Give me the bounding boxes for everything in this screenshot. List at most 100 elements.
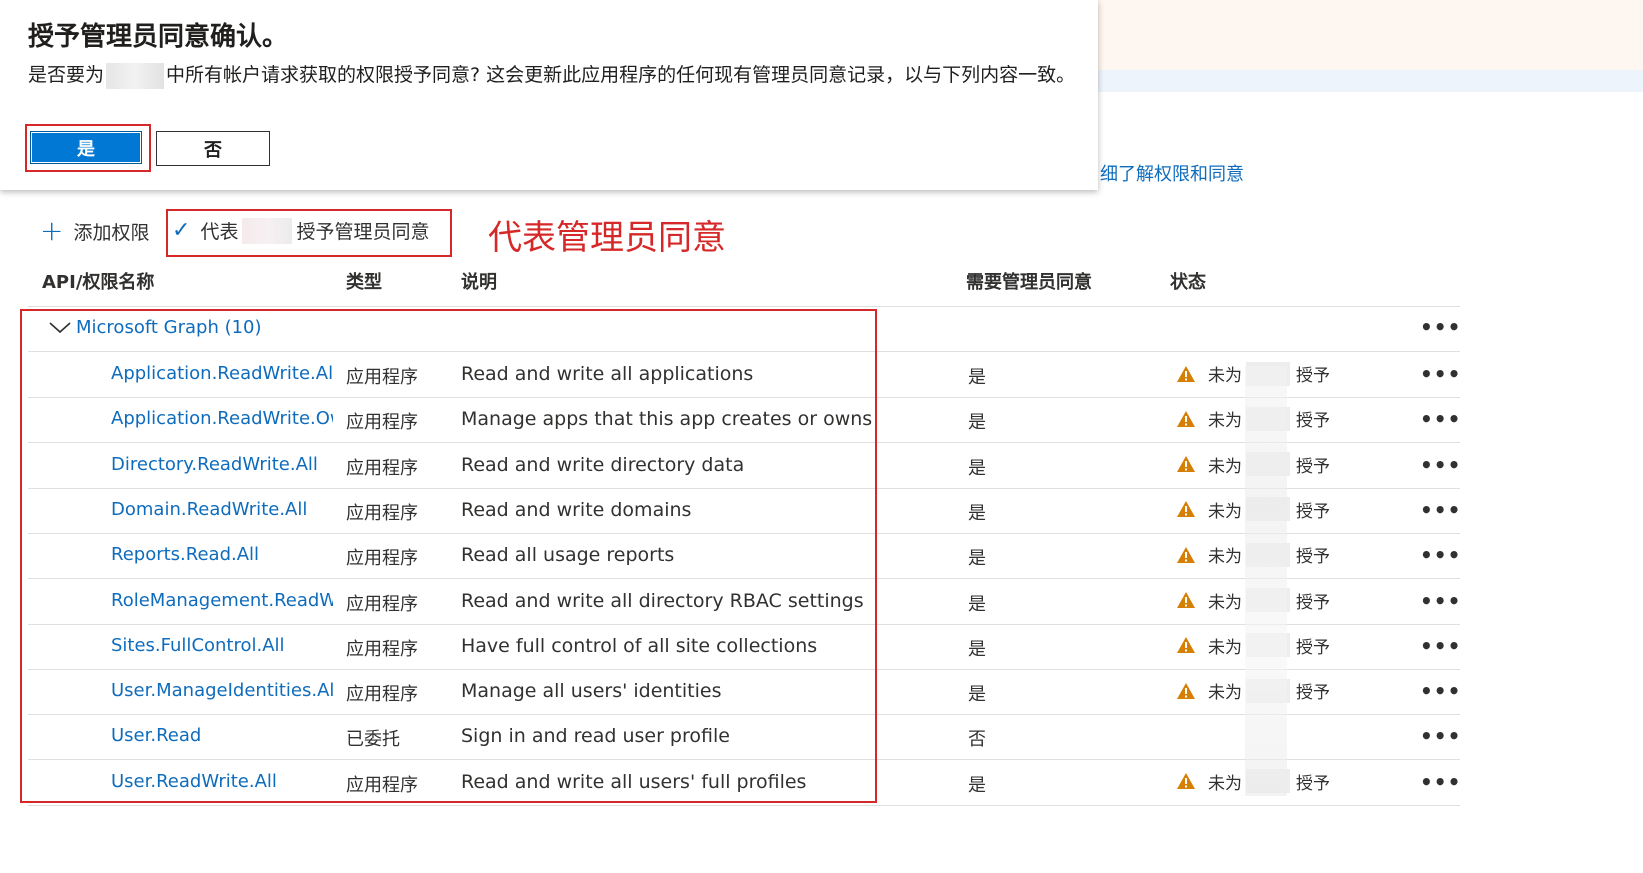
header-type[interactable]: 类型: [346, 268, 382, 294]
status-prefix: 未为: [1208, 683, 1242, 704]
permission-name-link[interactable]: Application.ReadWrite.All: [111, 363, 333, 384]
no-button[interactable]: 否: [156, 131, 270, 166]
status-prefix: 未为: [1208, 773, 1242, 794]
info-bar: [1098, 70, 1643, 92]
header-admin[interactable]: 需要管理员同意: [966, 268, 1092, 294]
warning-icon: [1177, 501, 1195, 518]
status-suffix: 授予: [1296, 501, 1330, 522]
permission-type: 已委托: [346, 729, 400, 751]
permission-type: 应用程序: [346, 548, 418, 570]
permission-description: Read and write directory data: [461, 453, 745, 476]
dialog-message: 是否要为 中所有帐户请求获取的权限授予同意? 这会更新此应用程序的任何现有管理员同…: [28, 62, 1088, 89]
more-icon[interactable]: •••: [1420, 724, 1461, 748]
status-suffix: 授予: [1296, 683, 1330, 704]
status-prefix: 未为: [1208, 637, 1242, 658]
more-icon[interactable]: •••: [1420, 589, 1461, 613]
status-suffix: 授予: [1296, 637, 1330, 658]
permission-description: Read and write domains: [461, 498, 692, 521]
admin-consent-required: 是: [968, 548, 986, 570]
dialog-message-start: 是否要为: [28, 64, 105, 86]
status-suffix: 授予: [1296, 411, 1330, 432]
permission-name-link[interactable]: User.ManageIdentities.All: [111, 680, 333, 701]
dialog-title: 授予管理员同意确认。: [28, 22, 289, 52]
status-prefix: 未为: [1208, 366, 1242, 386]
checkmark-icon: ✓: [172, 218, 191, 243]
permission-type: 应用程序: [346, 457, 418, 479]
permission-name-link[interactable]: User.ReadWrite.All: [111, 771, 333, 792]
status-suffix: 授予: [1296, 773, 1330, 794]
admin-consent-required: 是: [968, 593, 986, 615]
status-suffix: 授予: [1296, 547, 1330, 568]
grant-admin-consent-button[interactable]: ✓ 代表 授予管理员同意: [172, 217, 429, 244]
admin-consent-required: 是: [968, 638, 986, 660]
permission-description: Have full control of all site collection…: [461, 634, 818, 657]
permission-name-link[interactable]: Directory.ReadWrite.All: [111, 454, 333, 475]
permission-type: 应用程序: [346, 593, 418, 615]
group-label[interactable]: Microsoft Graph (10): [76, 317, 262, 338]
status-suffix: 授予: [1296, 366, 1330, 386]
permission-name-link[interactable]: Domain.ReadWrite.All: [111, 499, 333, 520]
warning-icon: [1177, 592, 1195, 608]
group-row[interactable]: Microsoft Graph (10) •••: [28, 307, 1460, 352]
header-name[interactable]: API/权限名称: [42, 268, 154, 294]
more-icon[interactable]: •••: [1420, 543, 1461, 567]
consent-dialog: 授予管理员同意确认。 是否要为 中所有帐户请求获取的权限授予同意? 这会更新此应用…: [0, 0, 1098, 190]
grant-suffix: 授予管理员同意: [296, 221, 430, 243]
dialog-message-end: 中所有帐户请求获取的权限授予同意? 这会更新此应用程序的任何现有管理员同意记录，…: [166, 64, 1076, 86]
header-desc[interactable]: 说明: [461, 268, 497, 294]
more-icon[interactable]: •••: [1420, 362, 1461, 386]
warning-icon: [1177, 365, 1195, 382]
permission-description: Manage apps that this app creates or own…: [461, 408, 873, 431]
permission-description: Read all usage reports: [461, 544, 675, 567]
status-prefix: 未为: [1208, 501, 1242, 522]
annotation-label: 代表管理员同意: [488, 218, 726, 258]
permission-type: 应用程序: [346, 367, 418, 388]
yes-button[interactable]: 是: [30, 131, 142, 164]
more-icon[interactable]: •••: [1420, 498, 1461, 522]
warning-icon: [1177, 682, 1195, 699]
permission-type: 应用程序: [346, 774, 418, 796]
status-prefix: 未为: [1208, 592, 1242, 613]
permission-name-link[interactable]: RoleManagement.ReadWrite.Directory: [111, 590, 333, 611]
permission-name-link[interactable]: Sites.FullControl.All: [111, 635, 333, 656]
permission-name-link[interactable]: Reports.Read.All: [111, 544, 333, 565]
status-suffix: 授予: [1296, 456, 1330, 477]
admin-consent-required: 是: [968, 684, 986, 706]
learn-more-link[interactable]: 细了解权限和同意: [1100, 160, 1244, 186]
header-status[interactable]: 状态: [1170, 268, 1206, 294]
more-icon[interactable]: •••: [1420, 770, 1461, 794]
permission-name-link[interactable]: User.Read: [111, 725, 333, 746]
permission-name-link[interactable]: Application.ReadWrite.OwnedBy: [111, 408, 333, 429]
admin-consent-required: 是: [968, 457, 986, 479]
more-icon[interactable]: •••: [1420, 679, 1461, 703]
warning-icon: [1177, 410, 1195, 427]
admin-consent-required: 是: [968, 502, 986, 524]
admin-consent-required: 否: [968, 729, 986, 751]
warning-icon: [1177, 546, 1195, 563]
permission-description: Sign in and read user profile: [461, 725, 730, 748]
more-icon[interactable]: •••: [1420, 453, 1461, 477]
grant-prefix: 代表: [200, 221, 239, 243]
status-prefix: 未为: [1208, 456, 1242, 477]
admin-consent-required: 是: [968, 412, 986, 434]
admin-consent-required: 是: [968, 774, 986, 796]
permission-description: Read and write all directory RBAC settin…: [461, 589, 864, 612]
permission-type: 应用程序: [346, 502, 418, 524]
more-icon[interactable]: •••: [1420, 634, 1461, 658]
notification-banner: [1098, 0, 1643, 70]
admin-consent-required: 是: [968, 367, 986, 388]
permission-description: Manage all users' identities: [461, 680, 722, 703]
redacted-status-column: [1245, 366, 1287, 796]
warning-icon: [1177, 773, 1195, 790]
permission-type: 应用程序: [346, 684, 418, 706]
redacted-tenant: [106, 62, 165, 89]
chevron-down-icon[interactable]: [48, 319, 72, 339]
more-icon[interactable]: •••: [1420, 315, 1461, 339]
more-icon[interactable]: •••: [1420, 407, 1461, 431]
warning-icon: [1177, 456, 1195, 473]
add-permission-label: 添加权限: [73, 221, 150, 244]
status-suffix: 授予: [1296, 592, 1330, 613]
add-permission-button[interactable]: + 添加权限: [40, 217, 149, 245]
plus-icon: +: [40, 214, 64, 247]
redacted-tenant-name: [242, 217, 293, 244]
